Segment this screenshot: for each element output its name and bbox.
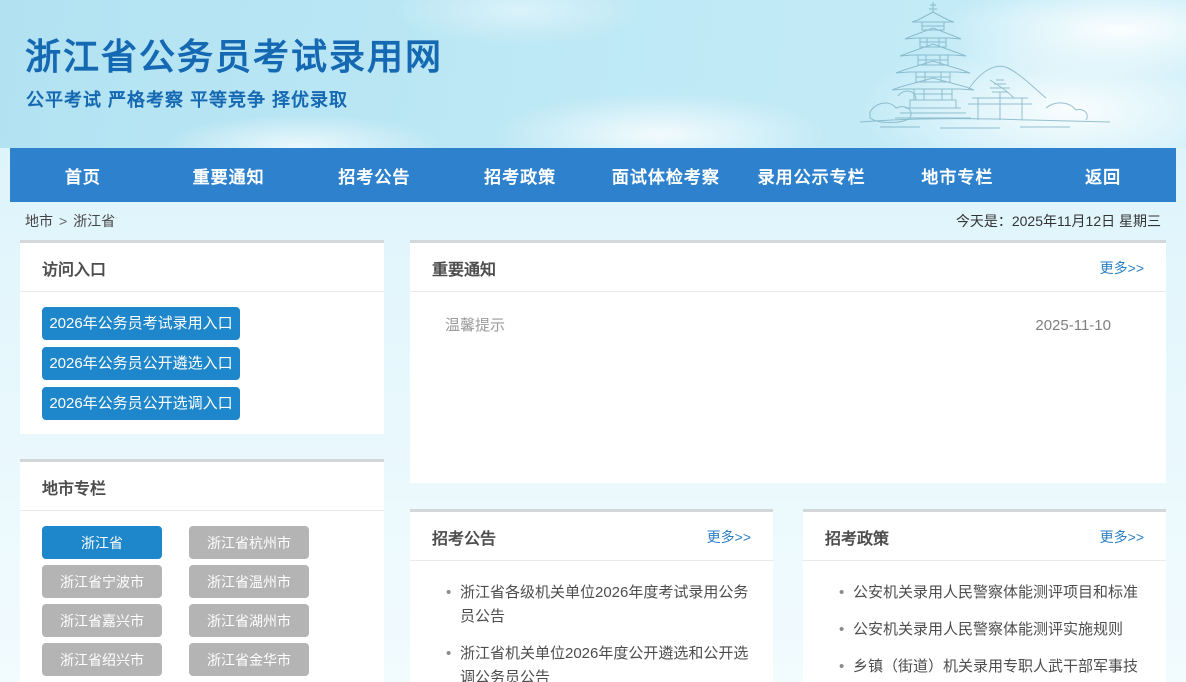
recruit-announcements-more-link[interactable]: 更多>> [707, 527, 751, 547]
recruit-policies-panel: 招考政策 更多>> 公安机关录用人民警察体能测评项目和标准 公安机关录用人民警察… [803, 509, 1166, 682]
recruit-policies-title: 招考政策 [825, 525, 889, 549]
today-value: 2025年11月12日 星期三 [1012, 213, 1161, 229]
content-area: 访问入口 2026年公务员考试录用入口 2026年公务员公开遴选入口 2026年… [0, 240, 1186, 682]
today-prefix: 今天是： [956, 213, 1012, 229]
site-title: 浙江省公务员考试录用网 [25, 28, 443, 80]
city-column-title: 地市专栏 [42, 475, 106, 499]
notice-date: 2025-11-10 [1035, 317, 1111, 334]
announcement-link[interactable]: 浙江省机关单位2026年度公开遴选和公开选调公务员公告 [446, 642, 755, 682]
city-column-panel: 地市专栏 浙江省 浙江省杭州市 浙江省宁波市 浙江省温州市 浙江省嘉兴市 浙江省… [20, 459, 384, 682]
bottom-panel-row: 招考公告 更多>> 浙江省各级机关单位2026年度考试录用公务员公告 浙江省机关… [410, 509, 1166, 682]
city-button-hangzhou[interactable]: 浙江省杭州市 [189, 526, 309, 559]
site-slogan: 公平考试 严格考察 平等竞争 择优录取 [26, 86, 348, 112]
recruit-announcements-list: 浙江省各级机关单位2026年度考试录用公务员公告 浙江省机关单位2026年度公开… [410, 561, 773, 682]
recruit-announcements-title: 招考公告 [432, 525, 496, 549]
city-button-ningbo[interactable]: 浙江省宁波市 [42, 565, 162, 598]
city-button-jinhua[interactable]: 浙江省金华市 [189, 643, 309, 676]
policy-link[interactable]: 乡镇（街道）机关录用专职人武干部军事技能测评项目成绩标准 [839, 655, 1148, 682]
recruit-policies-header: 招考政策 更多>> [803, 512, 1166, 561]
left-column: 访问入口 2026年公务员考试录用入口 2026年公务员公开遴选入口 2026年… [20, 240, 384, 682]
city-column-header: 地市专栏 [20, 462, 384, 511]
entry-button-exam-recruitment[interactable]: 2026年公务员考试录用入口 [42, 307, 240, 340]
nav-item-important-notices[interactable]: 重要通知 [156, 163, 302, 188]
city-button-grid: 浙江省 浙江省杭州市 浙江省宁波市 浙江省温州市 浙江省嘉兴市 浙江省湖州市 浙… [20, 511, 384, 676]
breadcrumb-separator: > [59, 213, 67, 229]
recruit-announcements-panel: 招考公告 更多>> 浙江省各级机关单位2026年度考试录用公务员公告 浙江省机关… [410, 509, 773, 682]
important-notices-list: 温馨提示 2025-11-10 [410, 292, 1166, 335]
notice-row: 温馨提示 2025-11-10 [445, 314, 1111, 335]
access-entries-list: 2026年公务员考试录用入口 2026年公务员公开遴选入口 2026年公务员公开… [20, 292, 384, 420]
nav-item-recruit-policies[interactable]: 招考政策 [447, 163, 593, 188]
right-column: 重要通知 更多>> 温馨提示 2025-11-10 招考公告 更多>> 浙江省各… [410, 240, 1166, 682]
notice-link[interactable]: 温馨提示 [445, 314, 505, 335]
access-entries-title: 访问入口 [42, 256, 106, 280]
pagoda-illustration [850, 0, 1186, 145]
nav-item-employment-publicity[interactable]: 录用公示专栏 [739, 163, 885, 188]
breadcrumb-current: 浙江省 [73, 213, 115, 229]
important-notices-panel: 重要通知 更多>> 温馨提示 2025-11-10 [410, 240, 1166, 483]
important-notices-header: 重要通知 更多>> [410, 243, 1166, 292]
breadcrumb-root[interactable]: 地市 [25, 213, 53, 229]
nav-item-recruit-announcements[interactable]: 招考公告 [302, 163, 448, 188]
recruit-policies-list: 公安机关录用人民警察体能测评项目和标准 公安机关录用人民警察体能测评实施规则 乡… [803, 561, 1166, 682]
nav-item-back[interactable]: 返回 [1030, 163, 1176, 188]
city-button-shaoxing[interactable]: 浙江省绍兴市 [42, 643, 162, 676]
today-date: 今天是：2025年11月12日 星期三 [956, 211, 1161, 231]
policy-link[interactable]: 公安机关录用人民警察体能测评项目和标准 [839, 581, 1148, 605]
city-button-zhejiang[interactable]: 浙江省 [42, 526, 162, 559]
nav-item-home[interactable]: 首页 [10, 163, 156, 188]
city-button-jiaxing[interactable]: 浙江省嘉兴市 [42, 604, 162, 637]
breadcrumb: 地市 > 浙江省 [25, 211, 115, 231]
policy-link[interactable]: 公安机关录用人民警察体能测评实施规则 [839, 618, 1148, 642]
meta-row: 地市 > 浙江省 今天是：2025年11月12日 星期三 [0, 202, 1186, 240]
important-notices-more-link[interactable]: 更多>> [1100, 258, 1144, 278]
important-notices-title: 重要通知 [432, 256, 496, 280]
nav-item-city-columns[interactable]: 地市专栏 [885, 163, 1031, 188]
recruit-announcements-header: 招考公告 更多>> [410, 512, 773, 561]
nav-item-interview-inspection[interactable]: 面试体检考察 [593, 163, 739, 188]
entry-button-open-selection[interactable]: 2026年公务员公开遴选入口 [42, 347, 240, 380]
site-header: 浙江省公务员考试录用网 公平考试 严格考察 平等竞争 择优录取 [0, 0, 1186, 148]
access-entries-header: 访问入口 [20, 243, 384, 292]
city-button-wenzhou[interactable]: 浙江省温州市 [189, 565, 309, 598]
announcement-link[interactable]: 浙江省各级机关单位2026年度考试录用公务员公告 [446, 581, 755, 629]
entry-button-open-transfer[interactable]: 2026年公务员公开选调入口 [42, 387, 240, 420]
recruit-policies-more-link[interactable]: 更多>> [1100, 527, 1144, 547]
access-entries-panel: 访问入口 2026年公务员考试录用入口 2026年公务员公开遴选入口 2026年… [20, 240, 384, 434]
city-button-huzhou[interactable]: 浙江省湖州市 [189, 604, 309, 637]
main-navigation: 首页 重要通知 招考公告 招考政策 面试体检考察 录用公示专栏 地市专栏 返回 [10, 148, 1176, 202]
